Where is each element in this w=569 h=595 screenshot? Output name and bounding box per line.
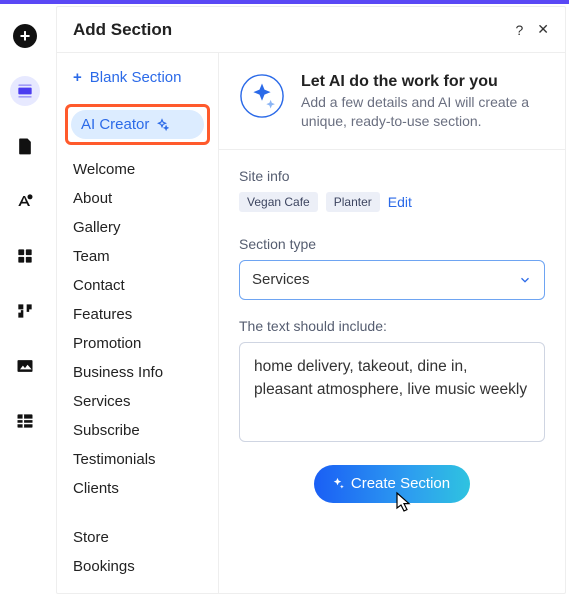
text-include-block: The text should include: xyxy=(219,300,565,445)
plus-circle-icon: + xyxy=(13,24,37,48)
sidebar-item-business-info[interactable]: Business Info xyxy=(65,358,210,387)
sparkle-icon xyxy=(330,476,345,491)
rail-plugins-button[interactable] xyxy=(10,296,40,326)
sidebar-item-label: Team xyxy=(73,248,110,265)
site-info-chip: Vegan Cafe xyxy=(239,192,318,212)
sidebar-item-promotion[interactable]: Promotion xyxy=(65,329,210,358)
add-section-panel: Add Section ? ✕ + Blank Section AI Creat… xyxy=(56,6,566,594)
intro-title: Let AI do the work for you xyxy=(301,73,545,91)
sidebar-item-label: Features xyxy=(73,306,132,323)
sidebar-item-label: Services xyxy=(73,393,131,410)
ai-creator-highlight: AI Creator xyxy=(65,104,210,145)
rail-add-button[interactable]: + xyxy=(10,21,40,51)
app-top-bar xyxy=(0,0,569,4)
sidebar-item-label: AI Creator xyxy=(81,116,149,133)
sidebar-item-store[interactable]: Store xyxy=(65,523,210,552)
blank-section-link[interactable]: + Blank Section xyxy=(65,63,210,104)
sidebar-item-clients[interactable]: Clients xyxy=(65,474,210,503)
tool-rail: + xyxy=(0,4,50,595)
sidebar-item-subscribe[interactable]: Subscribe xyxy=(65,416,210,445)
sidebar-item-team[interactable]: Team xyxy=(65,242,210,271)
rail-media-button[interactable] xyxy=(10,351,40,381)
section-type-label: Section type xyxy=(239,236,545,252)
section-type-value: Services xyxy=(252,271,310,288)
sidebar-item-label: Store xyxy=(73,529,109,546)
sidebar-item-contact[interactable]: Contact xyxy=(65,271,210,300)
plugin-icon xyxy=(15,301,35,321)
section-type-select[interactable]: Services xyxy=(239,260,545,300)
panel-header: Add Section ? ✕ xyxy=(57,7,565,53)
sidebar-item-label: Promotion xyxy=(73,335,141,352)
sidebar-item-bookings[interactable]: Bookings xyxy=(65,552,210,581)
create-section-label: Create Section xyxy=(351,475,450,492)
rail-styles-button[interactable] xyxy=(10,186,40,216)
sparkle-icon xyxy=(155,118,169,132)
sidebar-item-about[interactable]: About xyxy=(65,184,210,213)
page-icon xyxy=(15,136,35,156)
close-button[interactable]: ✕ xyxy=(537,21,549,38)
data-icon xyxy=(15,411,35,431)
rail-page-button[interactable] xyxy=(10,131,40,161)
sidebar-item-label: Clients xyxy=(73,480,119,497)
image-icon xyxy=(15,356,35,376)
ai-sparkle-icon xyxy=(239,73,285,119)
main-column: Let AI do the work for you Add a few det… xyxy=(219,53,565,593)
rail-data-button[interactable] xyxy=(10,406,40,436)
rail-section-button[interactable] xyxy=(10,76,40,106)
sidebar-item-label: Subscribe xyxy=(73,422,140,439)
sidebar-item-label: Bookings xyxy=(73,558,135,575)
plus-icon: + xyxy=(73,69,82,86)
sidebar-item-label: Testimonials xyxy=(73,451,156,468)
sidebar-item-gallery[interactable]: Gallery xyxy=(65,213,210,242)
sidebar-item-label: Business Info xyxy=(73,364,163,381)
sidebar-item-welcome[interactable]: Welcome xyxy=(65,155,210,184)
create-section-button[interactable]: Create Section xyxy=(314,465,470,503)
apps-icon xyxy=(15,246,35,266)
sidebar-item-label: Gallery xyxy=(73,219,121,236)
site-info-edit-link[interactable]: Edit xyxy=(388,194,412,210)
text-include-label: The text should include: xyxy=(239,318,545,334)
panel-title: Add Section xyxy=(73,20,172,40)
sidebar-item-label: Welcome xyxy=(73,161,135,178)
ai-intro: Let AI do the work for you Add a few det… xyxy=(219,53,565,150)
style-icon xyxy=(15,191,35,211)
site-info-block: Site info Vegan Cafe Planter Edit xyxy=(219,150,565,218)
section-icon xyxy=(15,81,35,101)
site-info-chip: Planter xyxy=(326,192,380,212)
sidebar-item-ai-creator[interactable]: AI Creator xyxy=(71,110,204,139)
intro-desc: Add a few details and AI will create a u… xyxy=(301,93,545,131)
sidebar-item-testimonials[interactable]: Testimonials xyxy=(65,445,210,474)
sidebar-item-label: Contact xyxy=(73,277,125,294)
help-button[interactable]: ? xyxy=(515,22,523,38)
section-type-block: Section type Services xyxy=(219,218,565,300)
site-info-label: Site info xyxy=(239,168,545,184)
sidebar-item-label: About xyxy=(73,190,112,207)
text-include-textarea[interactable] xyxy=(239,342,545,442)
sidebar-item-features[interactable]: Features xyxy=(65,300,210,329)
category-sidebar: + Blank Section AI Creator Welcome About… xyxy=(57,53,219,593)
rail-apps-button[interactable] xyxy=(10,241,40,271)
chevron-down-icon xyxy=(518,273,532,287)
sidebar-item-services[interactable]: Services xyxy=(65,387,210,416)
blank-section-label: Blank Section xyxy=(90,69,182,86)
